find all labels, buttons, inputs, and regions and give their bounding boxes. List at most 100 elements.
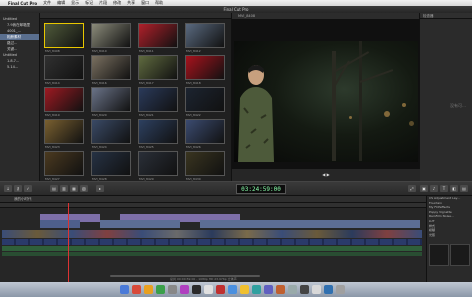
clip-name: MVI_8411 (139, 49, 154, 53)
clip-thumbnail[interactable]: MVI_8424 (91, 119, 131, 149)
dock-app-icon[interactable] (252, 285, 261, 294)
insert-clip-icon[interactable]: ▥ (60, 185, 68, 192)
tree-trunk (359, 41, 362, 161)
tree-trunk (332, 51, 336, 161)
dock-app-icon[interactable] (120, 285, 129, 294)
dock-app-icon[interactable] (156, 285, 165, 294)
dock-app-icon[interactable] (288, 285, 297, 294)
project-name: 我的小时代 (14, 197, 32, 201)
clip-thumbnail[interactable]: MVI_8419 (44, 87, 84, 117)
select-tool-icon[interactable]: ▸ (96, 185, 104, 192)
effect-preview[interactable] (429, 244, 449, 266)
viewer-header: MVI_8408 (232, 13, 419, 19)
clip-name: MVI_8408 (45, 49, 60, 53)
keyword-icon[interactable]: ⚷ (14, 185, 22, 192)
dock-app-icon[interactable] (204, 285, 213, 294)
clip-thumbnail[interactable]: MVI_8418 (185, 55, 225, 85)
effect-category[interactable]: 光照 (427, 233, 472, 238)
clip-thumbnail[interactable]: MVI_8421 (138, 87, 178, 117)
clip-thumbnail[interactable]: MVI_8422 (185, 87, 225, 117)
tree-branch (359, 69, 394, 83)
clip-thumbnail[interactable]: MVI_8410 (91, 23, 131, 53)
overwrite-clip-icon[interactable]: ▧ (80, 185, 88, 192)
clip-thumbnail[interactable]: MVI_8430 (185, 151, 225, 181)
clip-thumbnail[interactable]: MVI_8412 (185, 23, 225, 53)
dock-app-icon[interactable] (300, 285, 309, 294)
dock-app-icon[interactable] (240, 285, 249, 294)
clip-thumbnail[interactable]: MVI_8411 (138, 23, 178, 53)
clip-thumbnail[interactable]: MVI_8423 (44, 119, 84, 149)
connected-clip[interactable] (40, 220, 80, 228)
connected-clip[interactable] (100, 220, 180, 228)
inspector-title: 检查器 (420, 13, 472, 19)
dock-app-icon[interactable] (132, 285, 141, 294)
libraries-sidebar: Untitled 7.9我在邮箱里 4001_... 相册素材 路过... 关键... Un… (0, 13, 40, 181)
generators-browser-icon[interactable]: ◧ (450, 185, 458, 192)
timecode-display[interactable]: 03:24:59:00 (236, 184, 286, 194)
clip-thumbnail[interactable]: MVI_8416 (91, 55, 131, 85)
viewer-clip-name: MVI_8408 (238, 14, 256, 18)
music-track[interactable] (2, 252, 422, 256)
dock-app-icon[interactable] (144, 285, 153, 294)
clip-thumbnail[interactable]: MVI_8417 (138, 55, 178, 85)
titles-browser-icon[interactable]: T (440, 185, 448, 192)
dock-app-icon[interactable] (228, 285, 237, 294)
menu-app-name[interactable]: Final Cut Pro (8, 1, 37, 6)
dock-app-icon[interactable] (264, 285, 273, 294)
connected-track (40, 220, 420, 228)
sidebar-item[interactable]: 5.14... (0, 64, 39, 70)
window-title: Final Cut Pro (223, 7, 249, 12)
clip-name: MVI_8419 (45, 113, 60, 117)
dock-app-icon[interactable] (180, 285, 189, 294)
clip-thumbnail[interactable]: MVI_8414 (44, 55, 84, 85)
connected-clip[interactable] (200, 220, 420, 228)
dock-app-icon[interactable] (168, 285, 177, 294)
playhead[interactable] (68, 203, 69, 282)
timeline: 我的小时代 总共 00:00:59:00 - 1080p HD 23.976p … (0, 196, 427, 282)
viewer-frame[interactable] (234, 41, 418, 162)
clip-name: MVI_8423 (45, 145, 60, 149)
clip-thumbnail[interactable]: MVI_8408 (44, 23, 84, 53)
dock-app-icon[interactable] (312, 285, 321, 294)
connect-clip-icon[interactable]: ▤ (50, 185, 58, 192)
clip-name: MVI_8425 (139, 145, 154, 149)
clip-name: MVI_8426 (186, 145, 201, 149)
video-clip-row[interactable] (2, 239, 422, 245)
dock-app-icon[interactable] (192, 285, 201, 294)
themes-browser-icon[interactable]: ▤ (460, 185, 468, 192)
person-figure (238, 65, 274, 162)
clip-thumbnail[interactable]: MVI_8426 (185, 119, 225, 149)
main-toolbar: ↓ ⚷ ✓ ▤ ▥ ▦ ▧ ▸ 03:24:59:00 ⤢ ▣ ♪ T ◧ ▤ (0, 181, 472, 196)
bokeh-light (409, 121, 414, 126)
viewer-controls: ◀ ▶ (232, 169, 420, 181)
play-button[interactable]: ◀ ▶ (320, 172, 332, 178)
dock-app-icon[interactable] (324, 285, 333, 294)
clip-thumbnail[interactable]: MVI_8420 (91, 87, 131, 117)
inspector-empty-text: 没有可… (450, 103, 466, 108)
timeline-ruler[interactable] (0, 203, 426, 208)
clip-thumbnail[interactable]: MVI_8428 (91, 151, 131, 181)
clip-grid: MVI_8408 MVI_8410 MVI_8411 MVI_8412 MVI_8414… (40, 19, 232, 181)
clip-thumbnail[interactable]: MVI_8429 (138, 151, 178, 181)
effect-preview[interactable] (450, 244, 470, 266)
dock-app-icon[interactable] (276, 285, 285, 294)
photos-browser-icon[interactable]: ♪ (430, 185, 438, 192)
analyze-icon[interactable]: ✓ (24, 185, 32, 192)
clip-thumbnail[interactable]: MVI_8425 (138, 119, 178, 149)
append-clip-icon[interactable]: ▦ (70, 185, 78, 192)
dock-app-icon[interactable] (216, 285, 225, 294)
inspector: 检查器 没有可… (420, 13, 472, 181)
clip-thumbnail[interactable]: MVI_8427 (44, 151, 84, 181)
effects-browser-icon[interactable]: ▣ (420, 185, 428, 192)
import-icon[interactable]: ↓ (4, 185, 12, 192)
fullscreen-icon[interactable]: ⤢ (408, 185, 416, 192)
audio-track[interactable] (2, 246, 422, 251)
dock (0, 282, 472, 297)
primary-storyline[interactable] (2, 230, 422, 238)
clip-name: MVI_8416 (92, 81, 107, 85)
clip-name: MVI_8417 (139, 81, 154, 85)
viewer: MVI_8408 ◀ ▶ (232, 13, 420, 181)
dock-app-icon[interactable] (336, 285, 345, 294)
bokeh-light (349, 116, 352, 119)
clip-name: MVI_8414 (45, 81, 60, 85)
